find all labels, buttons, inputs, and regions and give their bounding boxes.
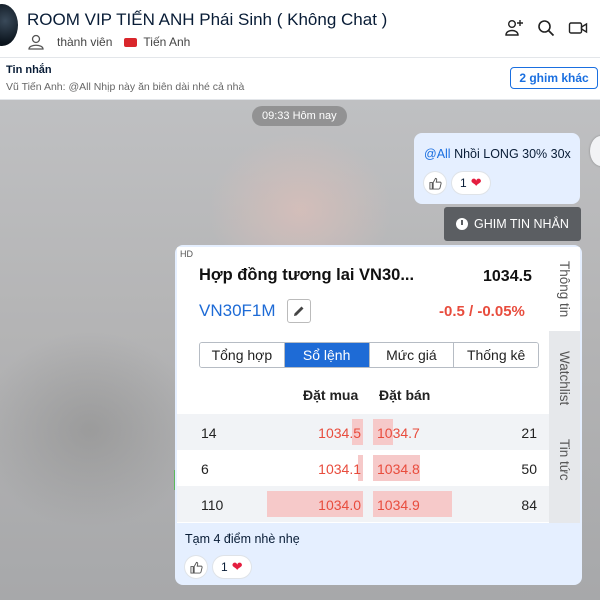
header-actions: [504, 18, 588, 38]
contract-change: -0.5 / -0.05%: [439, 303, 525, 320]
reaction-row: 1 ❤: [185, 556, 251, 578]
time-divider: 09:33 Hôm nay: [252, 106, 347, 126]
mention-all[interactable]: @All: [424, 147, 451, 161]
pin-message-label: GHIM TIN NHẮN: [474, 217, 569, 231]
orderbook-row: 14 1034.5 1034.7 21: [177, 414, 549, 450]
thumbs-up-icon: [428, 177, 442, 190]
side-tabs: Thông tin Watchlist Tin tức: [549, 247, 580, 523]
like-button[interactable]: [185, 556, 207, 578]
group-title[interactable]: ROOM VIP TIẾN ANH Phái Sinh ( Không Chat…: [27, 10, 387, 30]
thumbs-up-icon: [189, 561, 203, 574]
tab-muc-gia: Mức giá: [369, 343, 455, 367]
ask-price: 1034.9: [377, 497, 420, 513]
bid-price: 1034.0: [318, 497, 361, 513]
tab-tong-hop: Tổng hợp: [200, 343, 285, 367]
contract-code: VN30F1M: [199, 301, 276, 320]
search-icon[interactable]: [536, 18, 556, 38]
add-member-icon[interactable]: [504, 18, 524, 38]
reaction-count: 1: [221, 560, 228, 574]
bid-qty: 6: [201, 461, 209, 477]
pinned-title: Tin nhắn: [6, 64, 52, 76]
heart-reaction[interactable]: 1 ❤: [213, 556, 251, 578]
pinned-message-bar[interactable]: Tin nhắn Vũ Tiến Anh: @All Nhịp này ăn b…: [0, 58, 600, 100]
ask-qty: 21: [521, 425, 537, 441]
quote-tabs: Tổng hợp Sổ lệnh Mức giá Thống kê: [199, 342, 539, 368]
hd-badge: HD: [180, 249, 193, 259]
reaction-row: 1 ❤: [424, 172, 490, 194]
bid-header: Đặt mua: [303, 387, 359, 403]
clock-icon: [456, 218, 469, 230]
contract-title: Hợp đồng tương lai VN30...: [199, 266, 415, 284]
heart-reaction[interactable]: 1 ❤: [452, 172, 490, 194]
like-button[interactable]: [424, 172, 446, 194]
chat-area[interactable]: 09:33 Hôm nay @All Nhồi LONG 30% 30x 1 ❤…: [0, 100, 600, 600]
video-call-icon[interactable]: [568, 18, 588, 38]
image-caption: Tạm 4 điểm nhè nhẹ: [185, 532, 300, 546]
tag-icon: [124, 37, 138, 47]
side-tab-news: Tin tức: [557, 439, 572, 481]
chat-header: ROOM VIP TIẾN ANH Phái Sinh ( Không Chat…: [0, 0, 600, 58]
edit-icon: [287, 299, 311, 323]
ask-price: 1034.8: [377, 461, 420, 477]
pinned-preview[interactable]: Vũ Tiến Anh: @All Nhịp này ăn biên dài n…: [6, 81, 244, 93]
image-message[interactable]: HD Hợp đồng tương lai VN30... 1034.5 VN3…: [175, 245, 582, 585]
bid-price: 1034.5: [318, 425, 361, 441]
side-tab-watchlist: Watchlist: [557, 350, 572, 406]
message-text: @All Nhồi LONG 30% 30x: [424, 147, 571, 161]
tag-label[interactable]: Tiến Anh: [143, 35, 190, 49]
pin-message-button[interactable]: GHIM TIN NHẮN: [444, 207, 581, 241]
bid-qty: 14: [201, 425, 217, 441]
more-pins-button[interactable]: 2 ghim khác: [510, 67, 598, 89]
orderbook-row: 6 1034.1 1034.8 50: [177, 450, 549, 486]
bid-price: 1034.1: [318, 461, 361, 477]
quote-screenshot[interactable]: HD Hợp đồng tương lai VN30... 1034.5 VN3…: [177, 247, 580, 523]
heart-icon: ❤: [231, 559, 243, 574]
ask-qty: 84: [521, 497, 537, 513]
contract-price: 1034.5: [483, 268, 532, 285]
ask-price: 1034.7: [377, 425, 420, 441]
ask-qty: 50: [521, 461, 537, 477]
heart-icon: ❤: [470, 175, 482, 190]
message-body: Nhồi LONG 30% 30x: [450, 147, 571, 161]
members-icon[interactable]: [27, 34, 45, 50]
side-tab-info: Thông tin: [549, 247, 580, 331]
reaction-count: 1: [460, 176, 467, 190]
members-label[interactable]: thành viên: [57, 35, 112, 49]
message-bubble[interactable]: @All Nhồi LONG 30% 30x 1 ❤: [414, 133, 580, 204]
tab-thong-ke: Thống kê: [454, 343, 538, 367]
group-subtitle: thành viên Tiến Anh: [27, 34, 190, 50]
bid-qty: 110: [201, 497, 224, 513]
group-avatar[interactable]: [0, 4, 18, 46]
orderbook-row: 110 1034.0 1034.9 84: [177, 486, 549, 522]
tab-so-lenh: Sổ lệnh: [284, 343, 370, 367]
scroll-action-button[interactable]: [590, 136, 600, 166]
ask-header: Đặt bán: [379, 387, 431, 403]
